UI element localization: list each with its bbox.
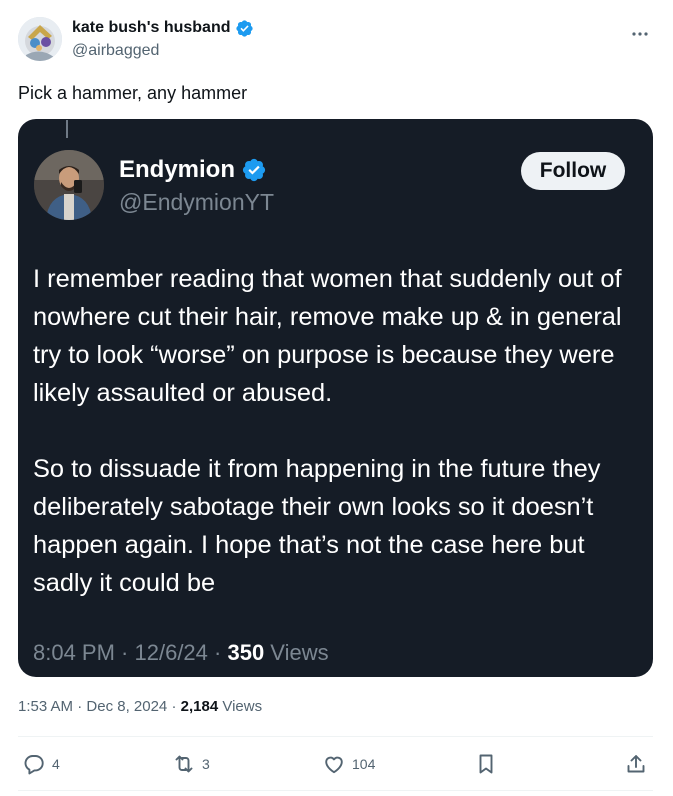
quoted-date: 12/6/24 [134, 640, 208, 665]
tweet-meta: 1:53 AM · Dec 8, 2024 · 2,184 Views [18, 697, 262, 717]
quoted-time: 8:04 PM [33, 640, 115, 665]
reply-button[interactable]: 4 [22, 751, 60, 777]
quoted-views-label: Views [264, 640, 329, 665]
author-handle[interactable]: @airbagged [72, 41, 254, 61]
quoted-tweet-meta: 8:04 PM · 12/6/24 · 350 Views [33, 639, 329, 667]
share-upload-icon [627, 755, 645, 773]
quoted-verified-badge-icon [242, 158, 266, 182]
quoted-views-count: 350 [227, 640, 265, 665]
tweet-separator: · [167, 698, 181, 715]
reply-count: 4 [52, 756, 60, 772]
tweet-header: kate bush's husband @airbagged [18, 16, 658, 66]
divider [18, 736, 653, 737]
quoted-separator: · [114, 640, 135, 665]
action-bar: 4 3 104 [18, 751, 653, 777]
tweet-views-label: Views [218, 698, 263, 715]
follow-button: Follow [521, 152, 625, 190]
verified-badge-icon [235, 19, 253, 37]
author-avatar[interactable] [18, 17, 62, 61]
tweet-date[interactable]: Dec 8, 2024 [86, 698, 167, 715]
like-button[interactable]: 104 [322, 751, 375, 777]
share-button[interactable] [624, 751, 648, 777]
divider [18, 790, 653, 791]
author-info: kate bush's husband @airbagged [72, 18, 254, 61]
retweet-count: 3 [202, 756, 210, 772]
retweet-button[interactable]: 3 [172, 751, 210, 777]
like-count: 104 [352, 756, 376, 772]
tweet-separator: · [73, 698, 87, 715]
more-dots-icon[interactable] [630, 24, 650, 44]
quoted-author-handle: @EndymionYT [119, 189, 275, 215]
retweet-arrows-icon [175, 755, 193, 773]
author-display-name[interactable]: kate bush's husband [72, 18, 231, 38]
quoted-author-display-name: Endymion [119, 156, 236, 183]
quoted-paragraph-2: So to dissuade it from happening in the … [33, 455, 601, 597]
quoted-tweet-body: I remember reading that women that sudde… [33, 260, 636, 602]
quoted-author-avatar [34, 150, 104, 220]
bookmark-icon [479, 754, 493, 774]
tweet-text: Pick a hammer, any hammer [18, 83, 248, 103]
quoted-separator: · [207, 640, 228, 665]
tweet-time[interactable]: 1:53 AM [18, 698, 73, 715]
bookmark-button[interactable] [474, 751, 498, 777]
quoted-tweet-image[interactable]: Endymion @EndymionYT Follow I remember r… [18, 119, 653, 677]
heart-icon [325, 756, 343, 774]
tweet-views-count[interactable]: 2,184 [181, 698, 219, 715]
thread-line [66, 120, 68, 138]
reply-bubble-icon [24, 755, 44, 775]
quoted-author-info: Endymion @EndymionYT [119, 155, 274, 217]
quoted-paragraph-1: I remember reading that women that sudde… [33, 265, 622, 407]
